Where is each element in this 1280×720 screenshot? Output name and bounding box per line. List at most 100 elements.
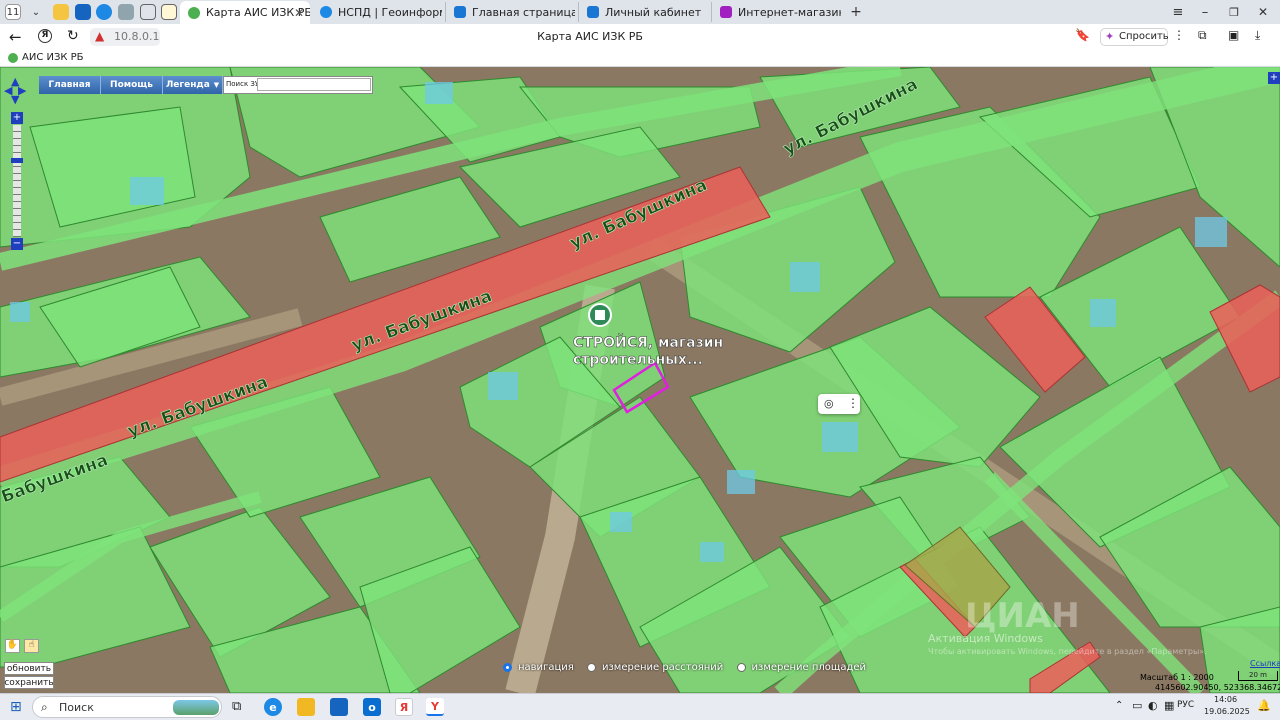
tab-favicon-icon — [188, 6, 200, 19]
tab-label: Главная страница — [472, 5, 575, 19]
home-button-label: Главная — [48, 80, 91, 90]
radio-distance[interactable] — [586, 662, 596, 672]
tab-label: НСПД | Геоинформацион — [338, 5, 442, 19]
pinned-tab-icon[interactable] — [53, 4, 69, 20]
save-button[interactable]: сохранить — [4, 676, 54, 689]
help-button[interactable]: Помощь — [101, 76, 163, 94]
tab-nspd[interactable]: НСПД | Геоинформацион — [312, 2, 442, 22]
pinned-tab-icon[interactable] — [75, 4, 91, 20]
task-view-icon[interactable]: ⧉ — [232, 699, 241, 714]
notifications-bell-icon[interactable]: 🔔 — [1257, 699, 1271, 712]
extensions-icon[interactable]: ⧉ — [1198, 28, 1207, 43]
building — [1090, 299, 1116, 327]
tab-ais-map[interactable]: Карта АИС ИЗК РБ ✕ — [180, 1, 310, 24]
ask-button[interactable]: ✦ Спросить — [1100, 28, 1169, 46]
mode-selector: навигация измерение расстояний измерение… — [503, 662, 866, 673]
tab-favicon-icon — [587, 6, 599, 18]
tab-favicon-icon — [320, 6, 332, 18]
pan-tool-icon[interactable]: ✋ — [5, 639, 20, 653]
tab-list-chevron-icon[interactable]: ⌄ — [28, 4, 44, 20]
pinned-tab-icon[interactable] — [118, 4, 134, 20]
close-window-icon[interactable]: ✕ — [1255, 4, 1271, 20]
downloads-icon[interactable]: ⤓ — [1255, 28, 1260, 43]
radio-navigation[interactable] — [503, 662, 512, 672]
bookmark-item[interactable]: АИС ИЗК РБ — [8, 52, 84, 63]
language-indicator[interactable]: РУС — [1177, 700, 1194, 710]
pan-down-icon[interactable]: ▼ — [11, 93, 19, 106]
pinned-tab-document-icon[interactable] — [140, 4, 156, 20]
yandex-browser-icon[interactable]: Y — [426, 698, 444, 716]
search-icon: ⌕ — [41, 700, 48, 714]
legend-button-label: Легенда — [165, 80, 210, 90]
building — [488, 372, 518, 400]
scale-link[interactable]: Ссылка — [1250, 659, 1280, 668]
building — [727, 470, 755, 494]
menu-icon[interactable]: ≡ — [1170, 4, 1186, 20]
parcel-search-label: Поиск ЗУ — [226, 80, 260, 88]
tab-counter[interactable]: 11 — [5, 4, 21, 20]
outlook-icon[interactable]: o — [363, 698, 381, 716]
mode-navigation[interactable]: навигация — [503, 662, 574, 673]
mode-distance-label: измерение расстояний — [601, 662, 724, 673]
layer-switcher-plus-icon[interactable]: + — [1268, 72, 1280, 84]
more-vertical-icon[interactable]: ⋮ — [1173, 28, 1185, 42]
select-tool-icon[interactable]: ☝ — [24, 639, 39, 653]
sidebar-icon[interactable]: ▣ — [1228, 28, 1239, 42]
map-viewport[interactable]: ул. Бабушкина ул. Бабушкина ул. Бабушкин… — [0, 67, 1280, 693]
zoom-out-icon[interactable]: − — [11, 238, 23, 250]
zoom-in-icon[interactable]: + — [11, 112, 23, 124]
sparkle-icon: ✦ — [1105, 30, 1115, 43]
tray-app-icon[interactable]: ▭ — [1132, 699, 1142, 712]
mode-area-label: измерение площадей — [751, 662, 867, 673]
close-icon[interactable]: ✕ — [294, 6, 304, 20]
refresh-button[interactable]: обновить — [4, 662, 54, 675]
pinned-tab-icon[interactable] — [161, 4, 177, 20]
restore-icon[interactable]: ❐ — [1226, 4, 1242, 20]
pinned-tab-icon[interactable] — [96, 4, 112, 20]
yandex-icon[interactable]: Я — [395, 698, 413, 716]
zoom-slider[interactable]: + − — [11, 112, 23, 250]
parcel-search-input[interactable] — [257, 78, 371, 91]
taskbar-search[interactable]: ⌕ Поиск — [32, 696, 222, 718]
clock-time[interactable]: 14:06 — [1214, 695, 1237, 704]
edge-icon[interactable]: e — [264, 698, 282, 716]
watermark-text: ЦИАН — [965, 596, 1080, 636]
bookmark-icon[interactable]: 🔖 — [1075, 28, 1090, 42]
minimize-icon[interactable]: – — [1197, 4, 1213, 20]
poi-label-line2: строительных... — [573, 352, 703, 368]
zoom-handle[interactable] — [11, 158, 23, 163]
map-context-popup[interactable]: ◎ ⋮ — [818, 394, 860, 414]
mode-area[interactable]: измерение площадей — [736, 662, 867, 673]
tray-chevron-up-icon[interactable]: ⌃ — [1115, 700, 1123, 711]
camera-icon[interactable]: ◎ — [824, 397, 834, 410]
home-button[interactable]: Главная — [39, 76, 101, 94]
zoom-track[interactable] — [13, 125, 21, 237]
scale-ratio: Масштаб 1 : 2000 — [1140, 673, 1214, 682]
building — [425, 82, 453, 104]
tab-main-page[interactable]: Главная страница — [445, 2, 575, 22]
parcel-search-box: Поиск ЗУ — [223, 76, 373, 94]
bookmarks-bar: АИС ИЗК РБ — [0, 50, 1280, 67]
file-explorer-icon[interactable] — [297, 698, 315, 716]
building — [610, 512, 632, 532]
map-canvas[interactable]: ул. Бабушкина ул. Бабушкина ул. Бабушкин… — [0, 67, 1280, 693]
tab-wildberries[interactable]: Интернет-магазин Wildb — [711, 2, 841, 22]
store-icon[interactable] — [330, 698, 348, 716]
more-vertical-icon[interactable]: ⋮ — [847, 396, 859, 410]
tray-app-icon[interactable]: ◐ — [1148, 699, 1158, 712]
help-button-label: Помощь — [110, 80, 153, 90]
building — [790, 262, 820, 292]
building — [700, 542, 724, 562]
windows-start-icon[interactable]: ⊞ — [10, 699, 22, 715]
mode-distance[interactable]: измерение расстояний — [586, 662, 724, 673]
clock-date[interactable]: 19.06.2025 — [1204, 707, 1250, 716]
bookmark-label: АИС ИЗК РБ — [22, 52, 84, 63]
legend-button[interactable]: Легенда ▼ — [163, 76, 223, 94]
pan-control[interactable]: ▲ ◀ ▶ ▼ — [4, 75, 27, 106]
mode-navigation-label: навигация — [518, 662, 574, 673]
radio-area[interactable] — [736, 662, 746, 672]
new-tab-plus-icon[interactable]: + — [848, 4, 864, 20]
tray-network-icon[interactable]: ▦ — [1164, 699, 1174, 712]
tab-personal-account[interactable]: Личный кабинет — [578, 2, 708, 22]
coordinates-readout: 4145602.90450, 523368.34672 — [1155, 683, 1280, 692]
